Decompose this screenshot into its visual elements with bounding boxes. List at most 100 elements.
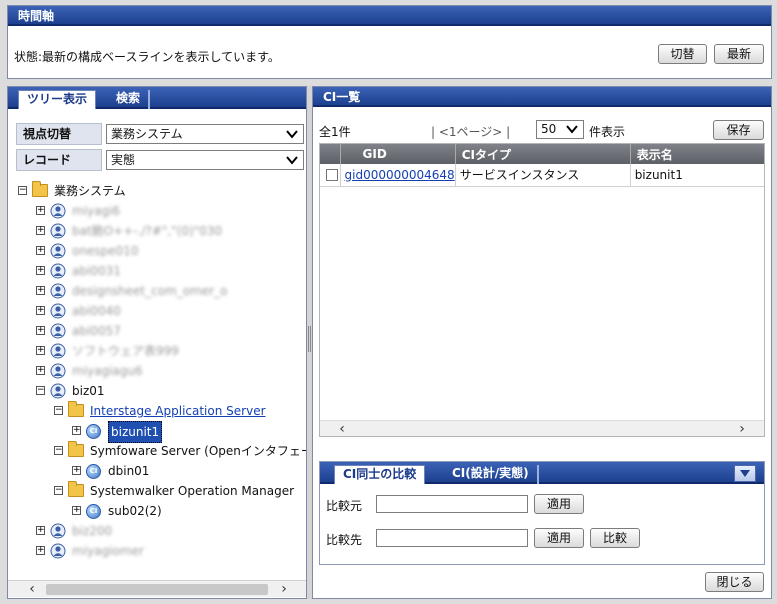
ci-table: GID CIタイプ 表示名 gid000000004648 サービスインスタンス… <box>320 144 764 187</box>
per-page-select[interactable]: 50 <box>536 120 584 139</box>
apply-source-button[interactable]: 適用 <box>534 494 584 514</box>
table-row[interactable]: gid000000004648 サービスインスタンス bizunit1 <box>320 164 764 187</box>
tree-node-label: dbin01 <box>108 464 150 478</box>
tree-node[interactable]: + miyagiomer <box>36 541 306 561</box>
tree-node[interactable]: + miyagiagu6 <box>36 361 306 381</box>
tree-node[interactable]: + ソフトウェア表999 <box>36 341 306 361</box>
tree-node-label: Symfoware Server (Openインタフェース <box>90 444 306 458</box>
close-button[interactable]: 閉じる <box>705 572 764 592</box>
scroll-right-icon[interactable]: › <box>734 421 750 436</box>
viewpoint-select[interactable]: 業務システム <box>106 124 304 144</box>
tree-node[interactable]: + bat脆O++-./?#","(0)"030 <box>36 221 306 241</box>
expand-icon[interactable]: + <box>36 246 45 255</box>
grid-horizontal-scrollbar[interactable]: ‹ › <box>320 420 764 436</box>
scroll-left-icon[interactable]: ‹ <box>24 581 40 597</box>
tree-node[interactable]: − Symfoware Server (Openインタフェース <box>54 441 306 461</box>
per-page-value: 50 <box>541 122 557 136</box>
latest-button[interactable]: 最新 <box>714 44 764 64</box>
pager[interactable]: | <1ページ> | <box>431 123 510 140</box>
collapse-button[interactable] <box>734 465 756 482</box>
tree-node[interactable]: + CI sub02(2) <box>72 501 306 521</box>
tree-node[interactable]: + abi0031 <box>36 261 306 281</box>
tree-node[interactable]: − Interstage Application Server <box>54 401 306 421</box>
business-node-icon <box>50 363 66 379</box>
gid-cell[interactable]: gid000000004648 <box>340 164 456 187</box>
scrollbar-thumb[interactable] <box>46 584 268 595</box>
tree-node[interactable]: − 業務システム <box>18 181 306 201</box>
tree-node[interactable]: + biz200 <box>36 521 306 541</box>
scroll-right-icon[interactable]: › <box>276 581 292 597</box>
tree-horizontal-scrollbar[interactable]: ‹ › <box>8 580 306 597</box>
scroll-left-icon[interactable]: ‹ <box>334 421 350 436</box>
tree-node[interactable]: + onespe010 <box>36 241 306 261</box>
viewpoint-label: 視点切替 <box>16 123 102 145</box>
business-node-icon <box>50 283 66 299</box>
ci-list-title: CI一覧 <box>313 87 771 107</box>
expand-icon[interactable]: + <box>36 226 45 235</box>
apply-target-button[interactable]: 適用 <box>534 528 584 548</box>
record-select[interactable]: 実態 <box>106 150 304 170</box>
collapse-icon[interactable]: − <box>54 406 63 415</box>
collapse-icon[interactable]: − <box>54 486 63 495</box>
chevron-down-icon <box>286 130 298 139</box>
gid-column-header[interactable]: GID <box>340 144 456 164</box>
expand-icon[interactable]: + <box>36 366 45 375</box>
ci-list-panel: CI一覧 全1件 | <1ページ> | 50 件表示 保存 GID CIタイプ … <box>312 86 772 599</box>
expand-icon[interactable]: + <box>36 206 45 215</box>
collapse-icon[interactable]: − <box>18 186 27 195</box>
gid-link[interactable]: gid000000004648 <box>345 168 455 182</box>
row-checkbox[interactable] <box>326 169 338 182</box>
compare-source-label: 比較元 <box>326 499 363 513</box>
triangle-down-icon <box>740 470 750 477</box>
expand-icon[interactable]: + <box>36 546 45 555</box>
compare-tabbar: CI同士の比較 CI(設計/実態) <box>320 462 764 484</box>
compare-target-label: 比較先 <box>326 533 363 547</box>
expand-icon[interactable]: + <box>36 306 45 315</box>
expand-icon[interactable]: + <box>72 426 81 435</box>
expand-icon[interactable]: + <box>36 266 45 275</box>
tab-ci-compare[interactable]: CI同士の比較 <box>334 465 426 484</box>
tree-node[interactable]: + CI dbin01 <box>72 461 306 481</box>
expand-icon[interactable]: + <box>36 526 45 535</box>
display-name-column-header[interactable]: 表示名 <box>630 144 764 164</box>
tree-node[interactable]: + designsheet_com_omer_o <box>36 281 306 301</box>
compare-button[interactable]: 比較 <box>590 528 640 548</box>
tree-node[interactable]: + abi0057 <box>36 321 306 341</box>
tab-tree-view[interactable]: ツリー表示 <box>18 90 97 109</box>
compare-source-input[interactable] <box>376 495 528 513</box>
ci-type-column-header[interactable]: CIタイプ <box>455 144 631 164</box>
row-select-cell <box>320 164 341 187</box>
expand-icon[interactable]: + <box>36 346 45 355</box>
tree-node[interactable]: + miyagi6 <box>36 201 306 221</box>
collapse-icon[interactable]: − <box>36 386 45 395</box>
expand-icon[interactable]: + <box>36 326 45 335</box>
tree-tabbar: ツリー表示 検索 <box>8 87 306 109</box>
tab-search[interactable]: 検索 <box>108 90 151 109</box>
expand-icon[interactable]: + <box>72 506 81 515</box>
record-label: レコード <box>16 149 102 171</box>
timeline-title: 時間軸 <box>8 6 771 26</box>
tree-node-label: abi0040 <box>72 304 121 318</box>
save-button[interactable]: 保存 <box>713 120 764 140</box>
compare-target-input[interactable] <box>376 529 528 547</box>
tree-node-label[interactable]: Interstage Application Server <box>90 401 266 421</box>
expand-icon[interactable]: + <box>36 286 45 295</box>
per-page-suffix: 件表示 <box>589 125 626 139</box>
ci-tree: − 業務システム + miyagi6 + bat脆O++-./?#","(0)"030 + o… <box>8 181 306 576</box>
ci-type-cell: サービスインスタンス <box>455 164 631 187</box>
tree-node[interactable]: − biz01 <box>36 381 306 401</box>
tree-node-label: biz200 <box>72 524 113 538</box>
switch-button[interactable]: 切替 <box>658 44 707 64</box>
tree-node[interactable]: + CI bizunit1 <box>72 421 306 443</box>
tree-node-label: 業務システム <box>54 184 126 198</box>
tab-ci-design-actual[interactable]: CI(設計/実態) <box>444 465 539 484</box>
expand-icon[interactable]: + <box>72 466 81 475</box>
tree-node[interactable]: − Systemwalker Operation Manager <box>54 481 306 501</box>
tree-node[interactable]: + abi0040 <box>36 301 306 321</box>
tree-node-label: miyagiagu6 <box>72 364 143 378</box>
business-node-icon <box>50 543 66 559</box>
display-name-cell: bizunit1 <box>630 164 764 187</box>
collapse-icon[interactable]: − <box>54 446 63 455</box>
business-node-icon <box>50 323 66 339</box>
tree-node-label: bat脆O++-./?#","(0)"030 <box>72 224 223 238</box>
